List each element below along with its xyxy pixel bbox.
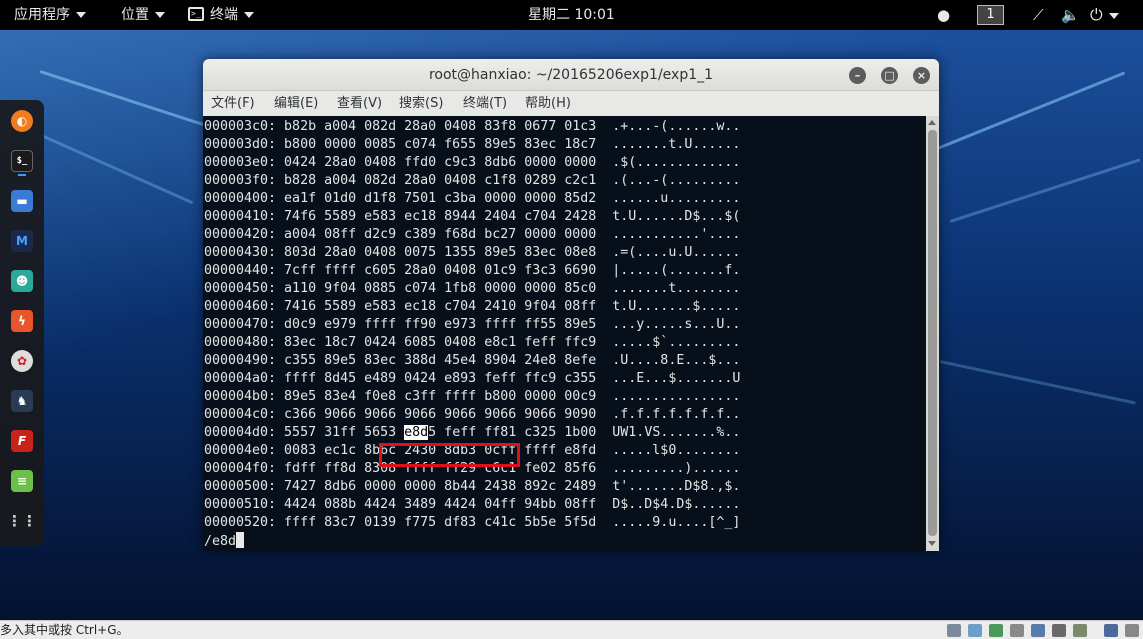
line-suffix: 5 feff ff81 c325 1b00 UW1.VS.......%.. (428, 425, 741, 440)
workspace-indicator[interactable]: 1 (977, 5, 1004, 25)
hexdump-line: 00000490: c355 89e5 83ec 388d 45e4 8904 … (204, 353, 741, 368)
terminal-icon[interactable]: $_ (11, 150, 33, 172)
tray-icon[interactable] (1052, 624, 1066, 637)
hexdump-line: 00000520: ffff 83c7 0139 f775 df83 c41c … (204, 515, 741, 530)
hexdump-line: 00000400: ea1f 01d0 d1f8 7501 c3ba 0000 … (204, 191, 741, 206)
applications-menu[interactable]: 应用程序 (14, 0, 86, 30)
tray-icon[interactable] (1031, 624, 1045, 637)
menu-file[interactable]: 文件(F) (211, 91, 255, 116)
running-indicator (18, 174, 26, 176)
hexdump-line: 00000460: 7416 5589 e583 ec18 c704 2410 … (204, 299, 741, 314)
terminal-output[interactable]: 000003c0: b82b a004 082d 28a0 0408 83f8 … (203, 116, 926, 551)
tray-icon[interactable] (947, 624, 961, 637)
scrollbar-thumb[interactable] (928, 130, 937, 536)
dock: ◐ $_ ▬ M ☻ ϟ ✿ ♞ F ≡ ⋮⋮ (0, 100, 44, 546)
hexdump-line: 000003d0: b800 0000 0085 c074 f655 89e5 … (204, 137, 741, 152)
hexdump-line: 000004a0: ffff 8d45 e489 0424 e893 feff … (204, 371, 741, 386)
wallpaper-streak (949, 158, 1141, 223)
menu-search[interactable]: 搜索(S) (399, 91, 443, 116)
text-cursor (236, 532, 245, 548)
chevron-down-icon (76, 12, 86, 18)
hexdump-line: 000004c0: c366 9066 9066 9066 9066 9066 … (204, 407, 741, 422)
command-prompt[interactable]: /e8d (204, 532, 245, 550)
hexdump-line: 00000510: 4424 088b 4424 3489 4424 04ff … (204, 497, 741, 512)
top-panel: 应用程序 位置 >_ 终端 星期二 10:01 ● 1 ⟋ 🔈 ⏻ (0, 0, 1143, 30)
status-hint: 多入其中或按 Ctrl+G。 (0, 623, 129, 637)
chevron-down-icon (1108, 12, 1119, 19)
folder-icon[interactable]: ▬ (11, 190, 33, 212)
menu-view[interactable]: 查看(V) (337, 91, 382, 116)
scrollbar[interactable] (926, 116, 939, 551)
terminal-app-label: 终端 (210, 7, 238, 23)
hexdump-line-search-match: 000004d0: 5557 31ff 5653 e8d5 feff ff81 … (204, 424, 740, 442)
hexdump-line: 00000440: 7cff ffff c605 28a0 0408 01c9 … (204, 263, 741, 278)
network-icon[interactable]: ⟋ (1033, 0, 1044, 30)
hexdump-line: 00000450: a110 9f04 0885 c074 1fb8 0000 … (204, 281, 741, 296)
terminal-window: root@hanxiao: ~/20165206exp1/exp1_1 – □ … (203, 59, 939, 551)
text-editor-icon[interactable]: ≡ (11, 470, 33, 492)
hexdump-line: 00000420: a004 08ff d2c9 c389 f68d bc27 … (204, 227, 741, 242)
tray-icon[interactable] (1125, 624, 1139, 637)
applications-label: 应用程序 (14, 7, 70, 23)
terminal-app-menu[interactable]: >_ 终端 (188, 0, 254, 30)
search-command: /e8d (204, 534, 237, 549)
maltego-icon[interactable]: ✿ (11, 350, 33, 372)
menu-help[interactable]: 帮助(H) (525, 91, 571, 116)
places-label: 位置 (121, 7, 149, 23)
power-icon[interactable]: ⏻ (1090, 0, 1119, 30)
scroll-down-icon[interactable] (928, 541, 936, 546)
tray-icon[interactable] (1104, 624, 1118, 637)
hexdump-line: 00000470: d0c9 e979 ffff ff90 e973 ffff … (204, 317, 741, 332)
burpsuite-icon[interactable]: ϟ (11, 310, 33, 332)
hexdump-line: 000003c0: b82b a004 082d 28a0 0408 83f8 … (204, 119, 741, 134)
tray-icon[interactable] (968, 624, 982, 637)
hexdump-line: 000003e0: 0424 28a0 0408 ffd0 c9c3 8db6 … (204, 155, 741, 170)
hexdump-line: 00000430: 803d 28a0 0408 0075 1355 89e5 … (204, 245, 741, 260)
metasploit-icon[interactable]: M (11, 230, 33, 252)
menu-terminal[interactable]: 终端(T) (463, 91, 507, 116)
hexdump-line: 00000410: 74f6 5589 e583 ec18 8944 2404 … (204, 209, 741, 224)
chevron-down-icon (244, 12, 254, 18)
scroll-up-icon[interactable] (928, 120, 936, 125)
printer-icon[interactable] (1010, 624, 1024, 637)
volume-icon[interactable]: 🔈 (1061, 0, 1080, 30)
camera-icon[interactable]: ● (937, 0, 950, 30)
minimize-button[interactable]: – (849, 67, 866, 84)
maximize-button[interactable]: □ (881, 67, 898, 84)
hexdump-line: 000003f0: b828 a004 082d 28a0 0408 c1f8 … (204, 173, 741, 188)
hexdump-line: 000004e0: 0083 ec1c 8b6c 2430 8db3 0cff … (204, 443, 741, 458)
chevron-down-icon (155, 12, 165, 18)
app-grid-icon[interactable]: ⋮⋮ (7, 510, 37, 532)
hexdump-line: 000004b0: 89e5 83e4 f0e8 c3ff ffff b800 … (204, 389, 741, 404)
wallpaper-streak (939, 360, 1136, 405)
hexdump-line: 00000500: 7427 8db6 0000 0000 8b44 2438 … (204, 479, 741, 494)
close-button[interactable]: × (913, 67, 930, 84)
hexdump-line: 00000480: 83ec 18c7 0424 6085 0408 e8c1 … (204, 335, 741, 350)
bottom-status-bar: 多入其中或按 Ctrl+G。 (0, 620, 1143, 639)
places-menu[interactable]: 位置 (121, 0, 165, 30)
faraday-icon[interactable]: F (11, 430, 33, 452)
firefox-icon[interactable]: ◐ (11, 110, 33, 132)
tray-icon[interactable] (989, 624, 1003, 637)
window-title: root@hanxiao: ~/20165206exp1/exp1_1 (428, 67, 714, 83)
tray-icon[interactable] (1073, 624, 1087, 637)
line-prefix: 000004d0: 5557 31ff 5653 (204, 425, 405, 440)
menu-bar: 文件(F) 编辑(E) 查看(V) 搜索(S) 终端(T) 帮助(H) (203, 91, 939, 116)
terminal-icon: >_ (188, 7, 204, 21)
window-titlebar[interactable]: root@hanxiao: ~/20165206exp1/exp1_1 – □ … (203, 59, 939, 91)
menu-edit[interactable]: 编辑(E) (274, 91, 318, 116)
clock[interactable]: 星期二 10:01 (528, 0, 615, 30)
hexdump-line: 000004f0: fdff ff8d 8308 ffff ff29 c6c1 … (204, 461, 741, 476)
wallpaper-streak (929, 71, 1126, 153)
beef-icon[interactable]: ♞ (11, 390, 33, 412)
search-match-highlight: e8d (404, 425, 429, 440)
armitage-icon[interactable]: ☻ (11, 270, 33, 292)
